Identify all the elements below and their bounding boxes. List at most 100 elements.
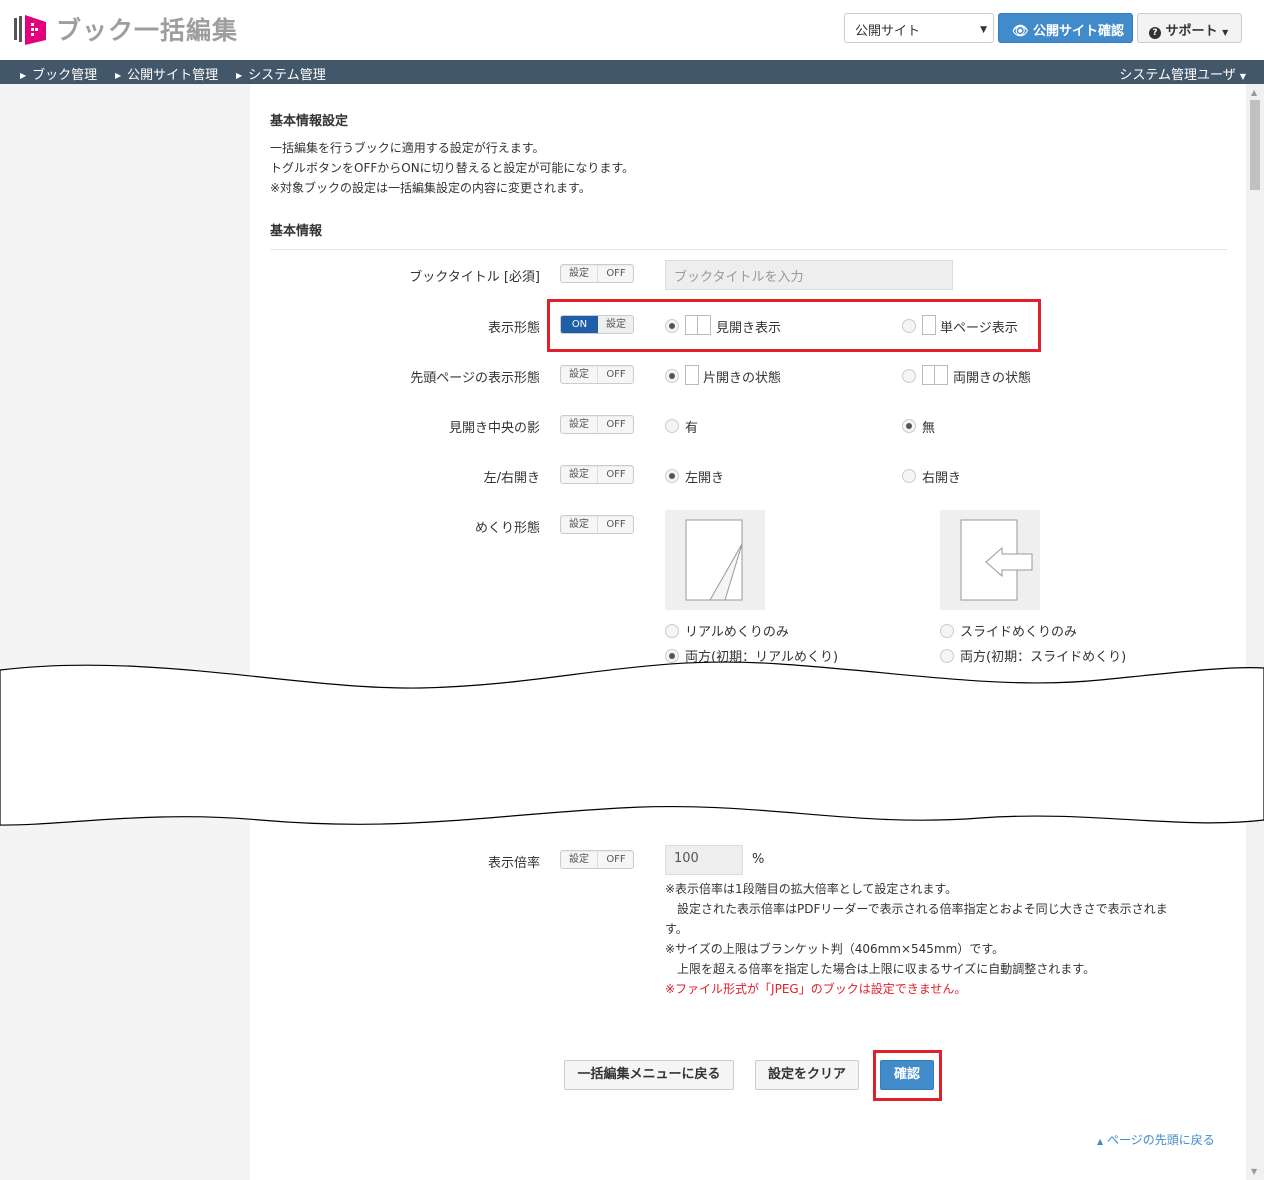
nav-item-public-site[interactable]: ▶ 公開サイト管理 [115, 64, 218, 83]
caret-right-icon: ▶ [20, 71, 27, 80]
user-name: システム管理ユーザ [1119, 68, 1236, 83]
book-title-placeholder: ブックタイトルを入力 [674, 270, 804, 285]
spine-shadow-no-label: 無 [922, 421, 936, 436]
app-logo-icon [14, 15, 46, 45]
highlight-box-confirm [873, 1050, 942, 1101]
app-header: ブック一括編集 公開サイト ▼ 👁 公開サイト確認 ? サポート ▼ [0, 0, 1264, 60]
scrollbar-thumb[interactable] [1250, 100, 1260, 190]
caret-down-icon: ▼ [1239, 72, 1246, 81]
binding-left-label: 左開き [685, 471, 725, 486]
caret-down-icon: ▼ [1222, 28, 1229, 37]
spine-shadow-toggle[interactable]: 設定 OFF [560, 415, 634, 434]
scrollbar[interactable]: ▲ ▼ [1246, 84, 1264, 1180]
preview-site-label: 公開サイト確認 [1033, 24, 1125, 39]
divider [270, 249, 1227, 250]
flip-real-only-radio[interactable] [665, 624, 679, 638]
scroll-down-icon[interactable]: ▼ [1251, 1167, 1257, 1176]
caret-right-icon: ▶ [236, 71, 243, 80]
app-title: ブック一括編集 [56, 16, 239, 45]
book-title-input[interactable]: ブックタイトルを入力 [665, 260, 953, 290]
highlight-box-display-mode [547, 299, 1041, 352]
user-menu[interactable]: システム管理ユーザ ▼ [1119, 64, 1246, 83]
toggle-off-label: OFF [606, 369, 626, 380]
nav-item-label: 公開サイト管理 [127, 68, 219, 83]
spine-shadow-yes-label: 有 [685, 421, 699, 436]
zoom-note: 設定された表示倍率はPDFリーダーで表示される倍率指定とおよそ同じ大きさで表示さ… [665, 902, 1168, 916]
back-to-menu-button[interactable]: 一括編集メニューに戻る [564, 1060, 734, 1090]
slide-arrow-icon [960, 519, 1033, 601]
caret-up-icon: ▲ [1097, 1137, 1104, 1146]
support-label: サポート [1165, 24, 1218, 39]
zoom-unit: % [752, 852, 765, 867]
first-page-single-radio[interactable] [665, 369, 679, 383]
toggle-setting-label: 設定 [561, 466, 598, 483]
flip-slide-only-radio[interactable] [940, 624, 954, 638]
zoom-note: ※表示倍率は1段階目の拡大倍率として設定されます。 [665, 882, 958, 896]
first-page-single-label: 片開きの状態 [703, 371, 782, 386]
clear-settings-button[interactable]: 設定をクリア [755, 1060, 859, 1090]
toggle-setting-label: 設定 [561, 516, 598, 533]
back-to-top-label: ページの先頭に戻る [1106, 1133, 1215, 1147]
support-button[interactable]: ? サポート ▼ [1137, 13, 1242, 43]
description-line: トグルボタンをOFFからONに切り替えると設定が可能になります。 [270, 161, 635, 175]
flip-slide-only-label: スライドめくりのみ [960, 625, 1078, 640]
single-page-icon [685, 365, 699, 385]
help-icon: ? [1149, 27, 1161, 39]
scroll-up-icon[interactable]: ▲ [1251, 88, 1257, 97]
first-page-double-radio[interactable] [902, 369, 916, 383]
binding-label: 左/右開き [483, 471, 540, 486]
toggle-off-label: OFF [606, 419, 626, 430]
spread-page-icon [922, 365, 948, 385]
site-select-value: 公開サイト [855, 24, 921, 39]
toggle-setting-label: 設定 [561, 366, 598, 383]
toggle-off-label: OFF [606, 469, 626, 480]
chevron-down-icon: ▼ [980, 25, 987, 35]
first-page-label: 先頭ページの表示形態 [410, 371, 540, 386]
site-select[interactable]: 公開サイト ▼ [844, 13, 994, 43]
eye-icon: 👁 [1012, 24, 1029, 39]
binding-right-label: 右開き [922, 471, 962, 486]
toggle-setting-label: 設定 [561, 265, 598, 282]
toggle-setting-label: 設定 [561, 851, 598, 868]
toggle-off-label: OFF [606, 268, 626, 279]
spine-shadow-yes-radio[interactable] [665, 419, 679, 433]
description-line: 一括編集を行うブックに適用する設定が行えます。 [270, 141, 545, 155]
first-page-double-label: 両開きの状態 [953, 371, 1032, 386]
caret-right-icon: ▶ [115, 71, 122, 80]
section-title: 基本情報設定 [270, 114, 349, 129]
nav-item-system[interactable]: ▶ システム管理 [236, 64, 326, 83]
zoom-note: す。 [665, 922, 688, 936]
page-break [0, 661, 1264, 826]
first-page-toggle[interactable]: 設定 OFF [560, 365, 634, 384]
zoom-note: 上限を超える倍率を指定した場合は上限に収まるサイズに自動調整されます。 [665, 962, 1096, 976]
flip-real-only-label: リアルめくりのみ [685, 625, 789, 640]
back-to-top-link[interactable]: ▲ ページの先頭に戻る [1097, 1131, 1215, 1148]
toggle-off-label: OFF [606, 854, 626, 865]
spine-shadow-no-radio[interactable] [902, 419, 916, 433]
real-flip-preview [665, 510, 765, 610]
slide-flip-preview [940, 510, 1040, 610]
zoom-warning: ※ファイル形式が「JPEG」のブックは設定できません。 [665, 982, 967, 996]
toggle-off-label: OFF [606, 519, 626, 530]
zoom-notes: ※表示倍率は1段階目の拡大倍率として設定されます。 設定された表示倍率はPDFリ… [665, 879, 1245, 999]
zoom-value: 100 [674, 851, 699, 866]
zoom-note: ※サイズの上限はブランケット判（406mm×545mm）です。 [665, 942, 1005, 956]
description: 一括編集を行うブックに適用する設定が行えます。 トグルボタンをOFFからONに切… [270, 138, 634, 198]
nav-item-label: ブック管理 [32, 68, 98, 83]
spine-shadow-label: 見開き中央の影 [448, 421, 540, 436]
nav-item-books[interactable]: ▶ ブック管理 [20, 64, 97, 83]
page-curl-icon [685, 519, 743, 601]
binding-toggle[interactable]: 設定 OFF [560, 465, 634, 484]
zoom-toggle[interactable]: 設定 OFF [560, 850, 634, 869]
preview-site-button[interactable]: 👁 公開サイト確認 [998, 13, 1133, 43]
subsection-title: 基本情報 [270, 224, 323, 239]
book-title-toggle[interactable]: 設定 OFF [560, 264, 634, 283]
flip-toggle[interactable]: 設定 OFF [560, 515, 634, 534]
flip-label: めくり形態 [474, 521, 540, 536]
main-nav: ▶ ブック管理 ▶ 公開サイト管理 ▶ システム管理 システム管理ユーザ ▼ [0, 60, 1264, 84]
display-mode-label: 表示形態 [487, 321, 540, 336]
binding-right-radio[interactable] [902, 469, 916, 483]
zoom-input[interactable]: 100 [665, 845, 743, 875]
binding-left-radio[interactable] [665, 469, 679, 483]
nav-item-label: システム管理 [248, 68, 326, 83]
